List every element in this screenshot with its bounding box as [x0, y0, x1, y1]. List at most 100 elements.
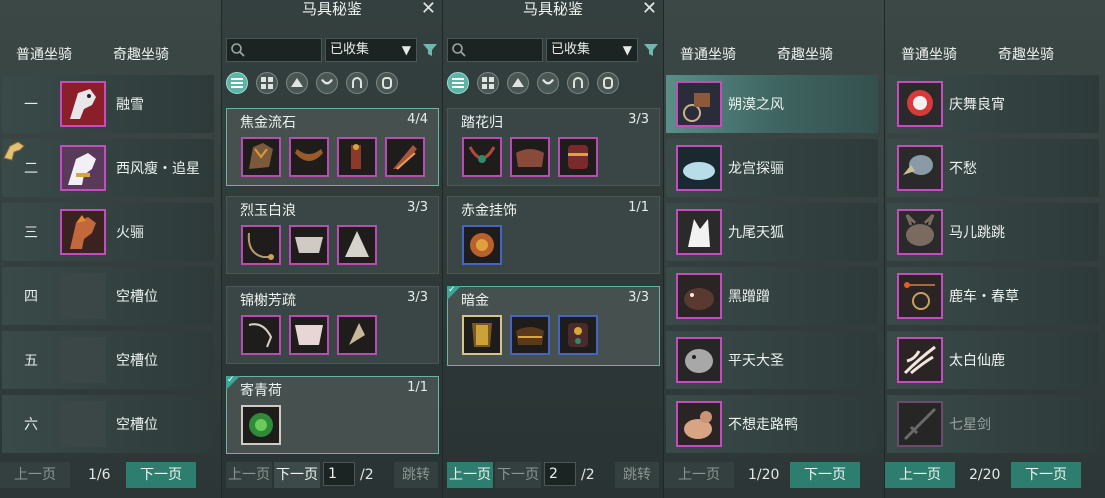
tack-piece-icon[interactable]: [385, 137, 425, 177]
empty-slot-icon: [60, 401, 106, 447]
mount-row[interactable]: 朔漠之风: [666, 75, 878, 133]
tack-piece-icon[interactable]: [241, 137, 281, 177]
mount-row[interactable]: 三 火骊: [2, 203, 214, 261]
tab-fun-mounts[interactable]: 奇趣坐骑: [777, 44, 833, 64]
tack-set-card[interactable]: 赤金挂饰 1/1: [447, 196, 660, 274]
mount-row[interactable]: 太白仙鹿: [887, 331, 1099, 389]
mount-row[interactable]: 九尾天狐: [666, 203, 878, 261]
category-ornament-icon[interactable]: [597, 72, 619, 94]
tack-piece-icon[interactable]: [241, 315, 281, 355]
prev-page-button[interactable]: 上一页: [447, 462, 493, 488]
jump-button[interactable]: 跳转: [615, 462, 659, 488]
category-saddle-icon[interactable]: [316, 72, 338, 94]
category-saddle-icon[interactable]: [537, 72, 559, 94]
category-grid-icon[interactable]: [256, 72, 278, 94]
category-grid-icon[interactable]: [477, 72, 499, 94]
mount-row[interactable]: 一 融雪: [2, 75, 214, 133]
category-all-icon[interactable]: [447, 72, 469, 94]
mount-row[interactable]: 马儿跳跳: [887, 203, 1099, 261]
prev-page-button[interactable]: 上一页: [664, 462, 734, 488]
tab-fun-mounts[interactable]: 奇趣坐骑: [998, 44, 1054, 64]
tack-piece-icon[interactable]: [462, 315, 502, 355]
tack-piece-icon[interactable]: [241, 405, 281, 445]
black-boar-icon: [676, 273, 722, 319]
great-sage-mount-icon: [676, 337, 722, 383]
close-icon[interactable]: ✕: [642, 0, 657, 19]
jump-button[interactable]: 跳转: [394, 462, 438, 488]
category-ornament-icon[interactable]: [376, 72, 398, 94]
tab-normal-mounts[interactable]: 普通坐骑: [680, 44, 736, 64]
mount-row[interactable]: 不愁: [887, 139, 1099, 197]
category-headgear-icon[interactable]: [286, 72, 308, 94]
filter-value: 已收集: [551, 42, 591, 57]
tab-normal-mounts[interactable]: 普通坐骑: [16, 44, 72, 64]
mount-row[interactable]: 不想走路鸭: [666, 395, 878, 453]
mount-row[interactable]: 六 空槽位: [2, 395, 214, 453]
tack-piece-icon[interactable]: [289, 315, 329, 355]
tack-set-card[interactable]: 踏花归 3/3: [447, 108, 660, 186]
tack-piece-icon[interactable]: [558, 315, 598, 355]
next-page-button[interactable]: 下一页: [1011, 462, 1081, 488]
chevron-down-icon: ▼: [401, 43, 411, 57]
tack-set-card[interactable]: 暗金 3/3: [447, 285, 660, 366]
mount-row[interactable]: 七星剑: [887, 395, 1099, 453]
close-icon[interactable]: ✕: [421, 0, 436, 19]
category-headgear-icon[interactable]: [507, 72, 529, 94]
tack-piece-icon[interactable]: [558, 137, 598, 177]
search-input[interactable]: [226, 38, 322, 62]
mount-row[interactable]: 庆舞良宵: [887, 75, 1099, 133]
mount-name: 太白仙鹿: [949, 353, 1005, 369]
funnel-icon[interactable]: [643, 42, 659, 58]
mount-row[interactable]: 二 西风瘦・追星: [2, 139, 214, 197]
mount-row[interactable]: 四 空槽位: [2, 267, 214, 325]
tack-set-card[interactable]: 寄青荷 1/1: [226, 375, 439, 454]
mount-row[interactable]: 五 空槽位: [2, 331, 214, 389]
next-page-button[interactable]: 下一页: [126, 462, 196, 488]
collection-filter-select[interactable]: 已收集 ▼: [546, 38, 638, 62]
mount-row[interactable]: 鹿车・春草: [887, 267, 1099, 325]
page-indicator: 1/20: [748, 467, 780, 483]
chevron-down-icon: ▼: [622, 43, 632, 57]
tab-normal-mounts[interactable]: 普通坐骑: [901, 44, 957, 64]
tack-piece-icon[interactable]: [241, 225, 281, 265]
next-page-button[interactable]: 下一页: [495, 462, 541, 488]
next-page-button[interactable]: 下一页: [274, 462, 320, 488]
collection-filter-select[interactable]: 已收集 ▼: [325, 38, 417, 62]
tack-set-card[interactable]: 焦金流石 4/4: [226, 108, 439, 186]
funnel-icon[interactable]: [422, 42, 438, 58]
next-page-button[interactable]: 下一页: [790, 462, 860, 488]
tack-piece-icon[interactable]: [510, 315, 550, 355]
page-number-input[interactable]: 2: [544, 462, 576, 486]
tack-piece-icon[interactable]: [510, 137, 550, 177]
white-horse-icon: [60, 145, 106, 191]
tack-set-card[interactable]: 锦榭芳疏 3/3: [226, 286, 439, 364]
tack-piece-icon[interactable]: [337, 315, 377, 355]
search-input[interactable]: [447, 38, 543, 62]
mount-tabs: 普通坐骑 奇趣坐骑: [0, 44, 221, 66]
prev-page-button[interactable]: 上一页: [885, 462, 955, 488]
prev-page-button[interactable]: 上一页: [226, 462, 272, 488]
set-name: 烈玉白浪: [240, 203, 296, 219]
deer-cart-icon: [897, 273, 943, 319]
category-all-icon[interactable]: [226, 72, 248, 94]
mount-tabs: 普通坐骑 奇趣坐骑: [885, 44, 1105, 66]
tack-piece-icon[interactable]: [337, 225, 377, 265]
tab-fun-mounts[interactable]: 奇趣坐骑: [113, 44, 169, 64]
set-name: 踏花归: [461, 115, 503, 131]
tack-piece-icon[interactable]: [462, 137, 502, 177]
tack-piece-icon[interactable]: [289, 225, 329, 265]
category-stirrup-icon[interactable]: [567, 72, 589, 94]
set-count: 3/3: [407, 200, 428, 215]
tack-piece-icon[interactable]: [337, 137, 377, 177]
tack-set-card[interactable]: 烈玉白浪 3/3: [226, 196, 439, 274]
page-number-input[interactable]: 1: [323, 462, 355, 486]
category-stirrup-icon[interactable]: [346, 72, 368, 94]
tack-piece-icon[interactable]: [289, 137, 329, 177]
mount-panel-1: 普通坐骑 奇趣坐骑 一 融雪 二 西风瘦・追星 三 火骊 四 空槽位 五 空槽位…: [0, 0, 221, 498]
tack-piece-icon[interactable]: [462, 225, 502, 265]
fire-horse-icon: [60, 209, 106, 255]
prev-page-button[interactable]: 上一页: [0, 462, 70, 488]
mount-row[interactable]: 龙宫探骊: [666, 139, 878, 197]
mount-row[interactable]: 黑蹭蹭: [666, 267, 878, 325]
mount-row[interactable]: 平天大圣: [666, 331, 878, 389]
